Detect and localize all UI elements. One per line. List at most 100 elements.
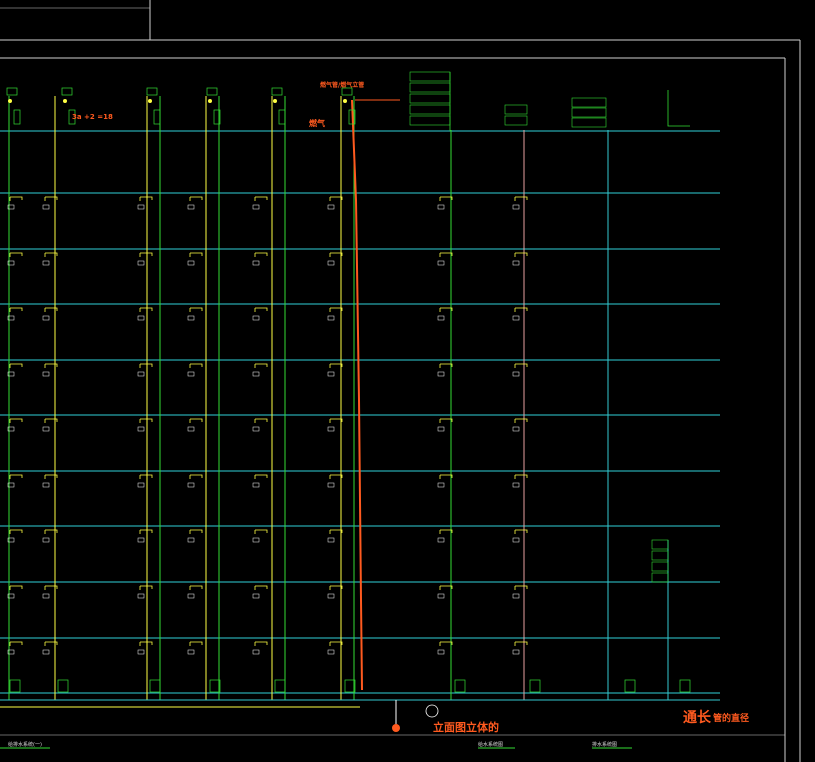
fixture-tag: [187, 426, 195, 432]
vertical-riser-tag: 燃气: [309, 119, 325, 128]
fixture-icon: [329, 363, 343, 368]
top-tag-box: [271, 87, 283, 96]
fixture-icon: [439, 474, 453, 479]
fixture-tag: [512, 593, 520, 599]
fixture-icon: [254, 252, 268, 257]
title-left: 给排水系统(一): [8, 742, 42, 748]
fixture-icon: [139, 641, 153, 646]
fixture-tag: [187, 537, 195, 543]
riser-diagram-canvas: [0, 0, 801, 762]
fixture-icon: [329, 474, 343, 479]
fixture-tag: [137, 482, 145, 488]
fixture-icon: [514, 196, 528, 201]
fixture-icon: [189, 418, 203, 423]
fixture-icon: [9, 307, 23, 312]
fixture-icon: [9, 418, 23, 423]
meter-box: [571, 97, 607, 108]
meter-box: [409, 115, 451, 126]
top-tag-box: [61, 87, 73, 96]
fixture-icon: [254, 529, 268, 534]
long-note-big: 通长: [683, 710, 711, 726]
fixture-tag: [137, 537, 145, 543]
fixture-tag: [252, 537, 260, 543]
top-tag-box: [341, 87, 353, 96]
fixture-tag: [42, 315, 50, 321]
fixture-tag: [42, 371, 50, 377]
fixture-tag: [437, 315, 445, 321]
fixture-tag: [327, 593, 335, 599]
valve-icon: [8, 99, 12, 103]
fixture-icon: [139, 196, 153, 201]
fixture-icon: [439, 529, 453, 534]
fixture-tag: [327, 260, 335, 266]
fixture-tag: [437, 260, 445, 266]
valve-icon: [273, 99, 277, 103]
fixture-icon: [139, 252, 153, 257]
bottom-tag-box: [529, 679, 541, 693]
fixture-icon: [9, 196, 23, 201]
fixture-icon: [189, 585, 203, 590]
fixture-tag: [252, 315, 260, 321]
fixture-icon: [329, 252, 343, 257]
fixture-icon: [189, 363, 203, 368]
formula-label: 3a +2 =18: [72, 113, 113, 121]
fixture-tag: [252, 204, 260, 210]
meter-box: [651, 572, 669, 583]
fixture-tag: [512, 426, 520, 432]
meter-box: [504, 104, 528, 115]
fixture-icon: [329, 307, 343, 312]
meter-box: [409, 71, 451, 82]
fixture-tag: [137, 426, 145, 432]
meter-box: [409, 93, 451, 104]
bottom-tag-box: [454, 679, 466, 693]
fixture-icon: [514, 418, 528, 423]
fixture-tag: [137, 315, 145, 321]
fixture-tag: [187, 315, 195, 321]
fixture-tag: [252, 426, 260, 432]
fixture-icon: [329, 529, 343, 534]
fixture-tag: [512, 204, 520, 210]
bottom-tag-box: [624, 679, 636, 693]
meter-box: [651, 539, 669, 550]
fixture-icon: [514, 307, 528, 312]
fixture-tag: [327, 482, 335, 488]
fixture-tag: [437, 537, 445, 543]
top-tag-box: [6, 87, 18, 96]
fixture-icon: [439, 641, 453, 646]
fixture-icon: [514, 585, 528, 590]
fixture-icon: [254, 641, 268, 646]
bottom-tag-box: [679, 679, 691, 693]
fixture-tag: [137, 371, 145, 377]
fixture-icon: [254, 418, 268, 423]
fixture-icon: [9, 474, 23, 479]
bottom-tag-box: [57, 679, 69, 693]
bottom-tag-box: [149, 679, 161, 693]
bottom-tag-box: [9, 679, 21, 693]
fixture-tag: [137, 260, 145, 266]
fixture-icon: [139, 418, 153, 423]
fixture-tag: [437, 204, 445, 210]
fixture-tag: [42, 649, 50, 655]
meter-box: [651, 561, 669, 572]
top-tag-box: [146, 87, 158, 96]
title-mid: 给水系统图: [478, 742, 504, 748]
fixture-icon: [139, 529, 153, 534]
fixture-icon: [189, 196, 203, 201]
vent-pipe: [667, 90, 690, 127]
fixture-tag: [42, 537, 50, 543]
fixture-icon: [514, 641, 528, 646]
valve-icon: [148, 99, 152, 103]
fixture-icon: [439, 418, 453, 423]
meter-box: [571, 117, 607, 128]
fixture-icon: [9, 585, 23, 590]
fixture-icon: [329, 641, 343, 646]
top-tag-box: [153, 109, 161, 125]
fixture-icon: [514, 474, 528, 479]
fixture-tag: [512, 649, 520, 655]
fixture-tag: [137, 649, 145, 655]
meter-box: [651, 550, 669, 561]
fixture-tag: [512, 537, 520, 543]
fixture-icon: [439, 196, 453, 201]
fixture-tag: [42, 593, 50, 599]
title-right: 排水系统图: [592, 742, 618, 748]
